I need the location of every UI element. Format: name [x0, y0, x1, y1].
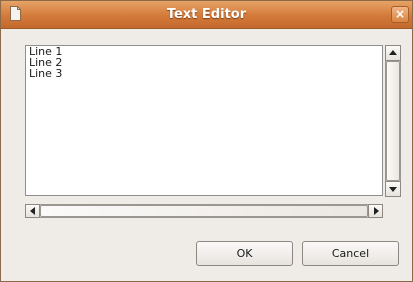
scroll-up-button[interactable]: [385, 45, 401, 61]
arrow-up-icon: [389, 50, 397, 55]
window-title: Text Editor: [166, 7, 247, 22]
scroll-right-button[interactable]: [368, 204, 383, 218]
vertical-scrollbar[interactable]: [385, 45, 401, 197]
title-bar[interactable]: Text Editor ×: [1, 1, 412, 29]
arrow-left-icon: [30, 207, 35, 215]
ok-button[interactable]: OK: [196, 241, 293, 266]
cancel-button[interactable]: Cancel: [302, 241, 399, 266]
close-button[interactable]: ×: [391, 6, 409, 23]
text-editor-area[interactable]: [25, 45, 383, 196]
horizontal-scrollbar[interactable]: [25, 204, 383, 218]
arrow-down-icon: [389, 187, 397, 192]
scroll-down-button[interactable]: [385, 181, 401, 197]
arrow-right-icon: [374, 207, 379, 215]
dialog-window: Text Editor × OK Cancel: [0, 0, 413, 282]
horizontal-scroll-thumb[interactable]: [40, 205, 368, 217]
scroll-left-button[interactable]: [25, 204, 40, 218]
vertical-scroll-thumb[interactable]: [386, 61, 400, 181]
